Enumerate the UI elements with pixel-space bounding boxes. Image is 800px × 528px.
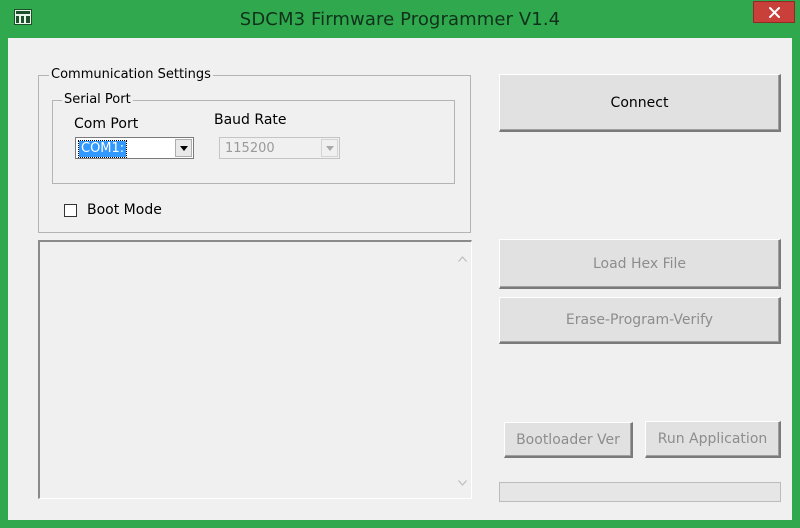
connect-button-label: Connect bbox=[610, 94, 669, 111]
chevron-down-icon bbox=[326, 146, 334, 151]
load-hex-file-button[interactable]: Load Hex File bbox=[499, 239, 781, 289]
run-application-label: Run Application bbox=[657, 431, 768, 447]
window-title: SDCM3 Firmware Programmer V1.4 bbox=[239, 9, 561, 30]
log-listbox[interactable] bbox=[38, 240, 472, 499]
com-port-label: Com Port bbox=[74, 116, 139, 132]
baud-rate-dropdown-button[interactable] bbox=[321, 139, 338, 157]
erase-program-verify-button[interactable]: Erase-Program-Verify bbox=[499, 297, 781, 344]
scroll-up-icon[interactable] bbox=[458, 256, 467, 262]
baud-rate-select[interactable]: 115200 bbox=[219, 137, 340, 159]
erase-program-verify-label: Erase-Program-Verify bbox=[565, 312, 714, 328]
close-icon bbox=[769, 7, 780, 18]
com-port-dropdown-button[interactable] bbox=[175, 139, 192, 157]
boot-mode-checkbox[interactable] bbox=[64, 204, 77, 217]
vertical-scrollbar[interactable] bbox=[454, 242, 471, 498]
bootloader-ver-button[interactable]: Bootloader Ver bbox=[504, 422, 633, 458]
progress-bar bbox=[499, 482, 781, 502]
close-button[interactable] bbox=[753, 1, 795, 23]
communication-settings-group: Communication Settings Serial Port Com P… bbox=[38, 67, 471, 233]
title-bar[interactable]: SDCM3 Firmware Programmer V1.4 bbox=[0, 0, 800, 38]
bootloader-ver-label: Bootloader Ver bbox=[516, 431, 620, 448]
serial-port-group: Serial Port Com Port Baud Rate COM1: 115… bbox=[52, 92, 455, 184]
baud-rate-value: 115200 bbox=[225, 141, 275, 156]
boot-mode-label: Boot Mode bbox=[87, 202, 162, 218]
chevron-down-icon bbox=[180, 146, 188, 151]
connect-button[interactable]: Connect bbox=[499, 74, 781, 132]
load-hex-file-label: Load Hex File bbox=[592, 255, 687, 272]
run-application-button[interactable]: Run Application bbox=[645, 421, 781, 458]
baud-rate-label: Baud Rate bbox=[214, 112, 287, 128]
client-area: Communication Settings Serial Port Com P… bbox=[8, 38, 792, 520]
com-port-value: COM1: bbox=[77, 140, 128, 158]
app-window: SDCM3 Firmware Programmer V1.4 Communica… bbox=[0, 0, 800, 528]
com-port-select[interactable]: COM1: bbox=[75, 137, 194, 159]
communication-settings-title: Communication Settings bbox=[49, 67, 213, 83]
serial-port-title: Serial Port bbox=[62, 92, 133, 108]
scroll-down-icon[interactable] bbox=[458, 480, 467, 486]
